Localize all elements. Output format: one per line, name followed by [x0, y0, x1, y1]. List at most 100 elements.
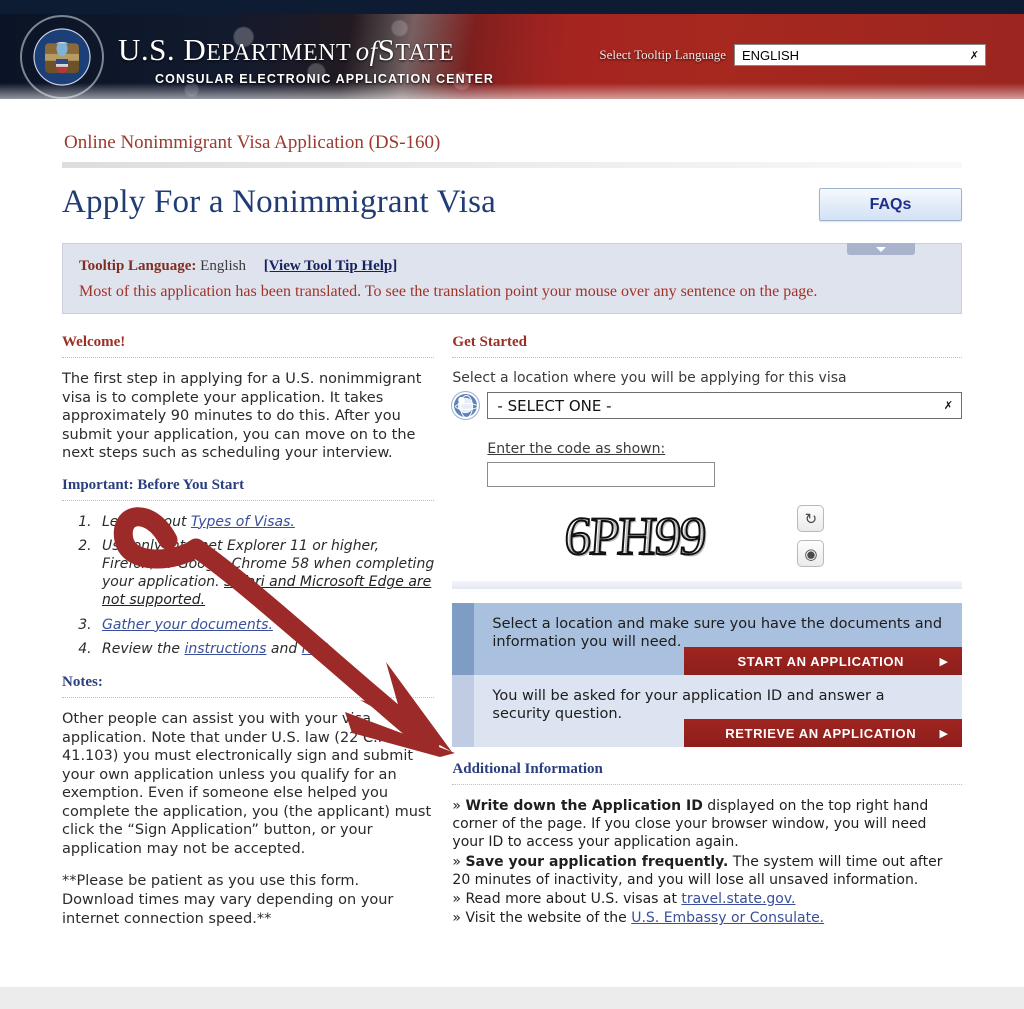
faqs-button[interactable]: FAQs	[819, 188, 962, 221]
retrieve-an-application-label: RETRIEVE AN APPLICATION	[725, 725, 917, 741]
site-header-banner: U.S. DEPARTMENT ofSTATE CONSULAR ELECTRO…	[0, 14, 1024, 102]
arrow-right-icon: ▶	[939, 654, 948, 668]
list-item: » Visit the website of the U.S. Embassy …	[452, 909, 962, 927]
department-title: U.S. DEPARTMENT ofSTATE	[118, 32, 454, 68]
list-item: Review the instructions and FAQ.	[96, 640, 434, 658]
retrieve-application-panel: You will be asked for your application I…	[452, 675, 962, 747]
tooltip-language-label: Select Tooltip Language	[599, 47, 726, 62]
welcome-heading: Welcome!	[62, 334, 126, 350]
right-column: Get Started Select a location where you …	[452, 334, 962, 942]
dept-title-part4: S	[377, 32, 396, 67]
item-text: Read more about U.S. visas at	[465, 890, 682, 907]
list-item: Use only Internet Explorer 11 or higher,…	[96, 537, 434, 610]
dept-title-part1: U.S. D	[118, 32, 207, 67]
panel-collapse-toggle[interactable]	[847, 243, 915, 255]
divider	[62, 499, 435, 501]
divider	[452, 784, 962, 785]
dept-title-part2: EPARTMENT	[206, 40, 352, 66]
bullet-icon: »	[452, 890, 461, 907]
dept-title-of: of	[355, 36, 378, 66]
item-text-mid: and	[266, 640, 302, 657]
captcha-code-label: Enter the code as shown:	[487, 441, 666, 457]
triangle-down-icon	[876, 247, 886, 252]
captcha-buttons: ↻ ◉	[797, 505, 825, 567]
translation-message: Most of this application has been transl…	[79, 283, 818, 300]
welcome-body: The first step in applying for a U.S. no…	[62, 370, 434, 463]
instructions-link[interactable]: instructions	[184, 641, 266, 657]
location-select-value: - SELECT ONE -	[497, 396, 612, 415]
list-item: Gather your documents.	[96, 616, 434, 634]
footer-bar	[0, 987, 1024, 1009]
page-title-row: Apply For a Nonimmigrant Visa FAQs	[62, 168, 962, 221]
start-an-application-button[interactable]: START AN APPLICATION ▶	[684, 647, 962, 675]
tooltip-language-panel: Tooltip Language: English [View Tool Tip…	[62, 243, 962, 314]
faq-link[interactable]: FAQ.	[302, 641, 334, 657]
list-item: » Save your application frequently. The …	[452, 853, 962, 889]
embassy-or-consulate-link[interactable]: U.S. Embassy or Consulate.	[631, 910, 824, 926]
important-list: Learn about Types of Visas. Use only Int…	[62, 513, 434, 658]
captcha-code-input[interactable]	[487, 462, 716, 487]
start-application-panel: Select a location and make sure you have…	[452, 603, 962, 675]
additional-information-body: » Write down the Application ID displaye…	[452, 797, 962, 927]
types-of-visas-link[interactable]: Types of Visas.	[191, 514, 295, 530]
list-item: » Write down the Application ID displaye…	[452, 797, 962, 852]
additional-information-section: Additional Information » Write down the …	[452, 761, 962, 927]
gather-your-documents-link[interactable]: Gather your documents.	[102, 617, 273, 633]
captcha-code-block: Enter the code as shown:	[487, 441, 962, 487]
arrow-right-icon: ▶	[939, 726, 948, 740]
captcha-image: 6PH99	[562, 505, 708, 567]
start-application-text: Select a location and make sure you have…	[492, 616, 943, 651]
additional-information-heading: Additional Information	[452, 761, 603, 777]
tooltip-language-control: Select Tooltip Language ENGLISH ✗	[599, 44, 986, 66]
location-label: Select a location where you will be appl…	[452, 370, 847, 386]
panel-accent-bar	[452, 675, 475, 747]
retrieve-an-application-button[interactable]: RETRIEVE AN APPLICATION ▶	[684, 719, 962, 747]
globe-icon	[452, 392, 480, 419]
item-text: Visit the website of the	[465, 910, 632, 927]
tooltip-language-status-value: English	[200, 258, 246, 274]
divider	[452, 581, 962, 589]
notes-paragraph-1: Other people can assist you with your vi…	[62, 711, 432, 857]
divider	[62, 357, 435, 358]
captcha-refresh-icon[interactable]: ↻	[797, 505, 825, 532]
divider	[452, 357, 962, 358]
top-navy-strip	[0, 0, 1024, 14]
important-heading: Important: Before You Start	[62, 476, 245, 493]
tooltip-language-status: Tooltip Language: English [View Tool Tip…	[79, 258, 945, 275]
list-item: Learn about Types of Visas.	[96, 513, 434, 531]
bullet-icon: »	[452, 910, 461, 927]
divider	[62, 697, 435, 699]
left-column: Welcome! The first step in applying for …	[62, 334, 435, 942]
item-bold: Save your application frequently.	[465, 853, 729, 870]
bullet-icon: »	[452, 853, 461, 870]
notes-heading: Notes:	[62, 674, 103, 691]
notes-body: Other people can assist you with your vi…	[62, 710, 434, 928]
tooltip-language-status-label: Tooltip Language:	[79, 258, 197, 274]
location-row: - SELECT ONE - ✗	[452, 392, 962, 419]
start-an-application-label: START AN APPLICATION	[737, 653, 905, 669]
captcha-row: 6PH99 ↻ ◉	[492, 505, 962, 567]
bullet-icon: »	[452, 798, 461, 814]
chevron-down-icon: ✗	[943, 399, 953, 412]
dept-title-part5: TATE	[395, 40, 455, 66]
page-title: Apply For a Nonimmigrant Visa	[62, 184, 497, 220]
content-columns: Welcome! The first step in applying for …	[62, 334, 962, 942]
captcha-audio-icon[interactable]: ◉	[797, 540, 825, 567]
notes-paragraph-2: **Please be patient as you use this form…	[62, 873, 394, 927]
item-bold: Write down the Application ID	[465, 798, 703, 814]
item-text: Learn about	[102, 513, 191, 530]
panel-accent-bar	[452, 603, 475, 675]
get-started-heading: Get Started	[452, 334, 527, 350]
tooltip-language-value: ENGLISH	[742, 47, 800, 63]
item-text: Review the	[102, 640, 185, 657]
department-subtitle: CONSULAR ELECTRONIC APPLICATION CENTER	[155, 72, 495, 86]
location-select[interactable]: - SELECT ONE - ✗	[487, 392, 962, 419]
view-tool-tip-help-link[interactable]: [View Tool Tip Help]	[264, 258, 398, 274]
divider	[62, 162, 962, 168]
great-seal-icon	[22, 17, 102, 97]
chevron-down-icon: ✗	[969, 49, 979, 62]
tooltip-language-select[interactable]: ENGLISH ✗	[734, 44, 986, 66]
travel-state-gov-link[interactable]: travel.state.gov.	[681, 891, 795, 907]
application-subtitle: Online Nonimmigrant Visa Application (DS…	[64, 132, 441, 153]
list-item: » Read more about U.S. visas at travel.s…	[452, 890, 962, 908]
